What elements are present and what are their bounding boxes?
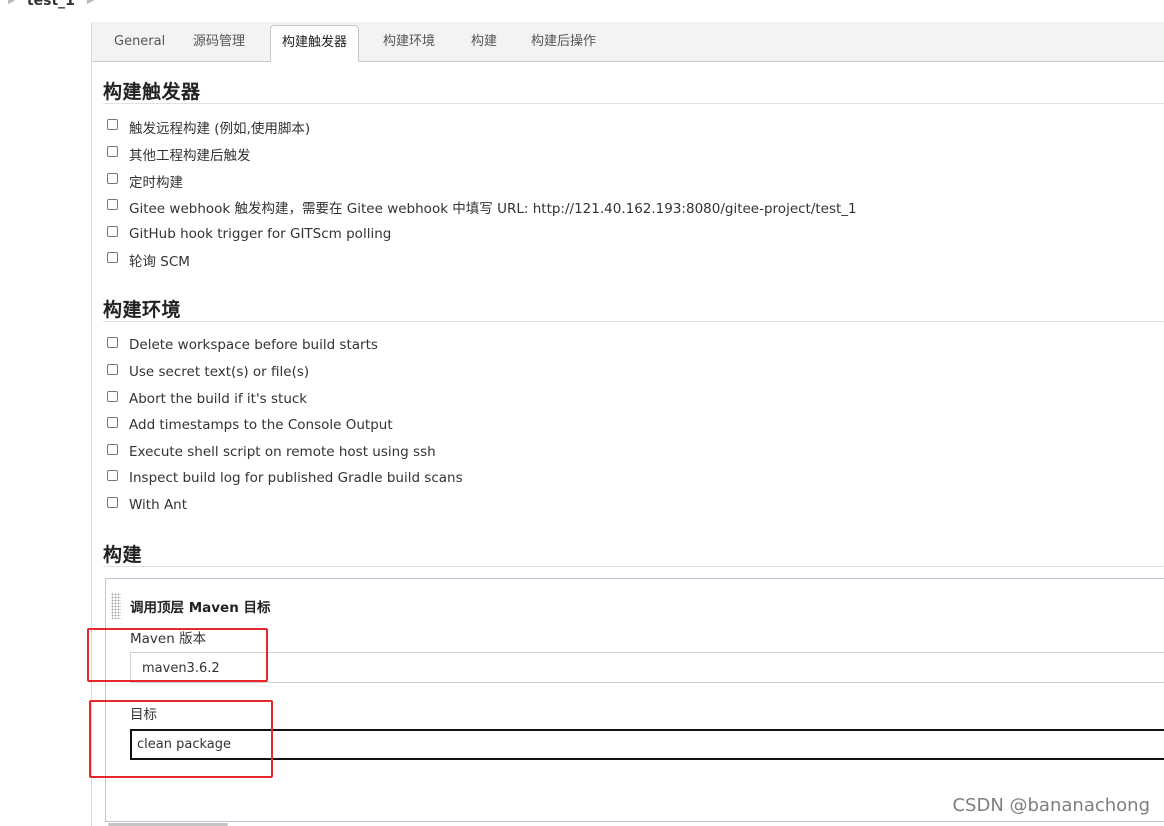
trigger-option-poll-scm[interactable]: 轮询 SCM [107,250,190,270]
trigger-option-github-hook[interactable]: GitHub hook trigger for GITScm polling [107,224,391,244]
checkbox[interactable] [107,417,118,428]
build-step-title: 调用顶层 Maven 目标 [130,600,271,616]
env-option-timestamps[interactable]: Add timestamps to the Console Output [107,415,393,435]
section-divider [103,566,1164,567]
chevron-right-icon: ▶ [8,0,15,6]
tab-build-environment[interactable]: 构建环境 [372,22,446,61]
option-label: 轮询 SCM [129,254,190,270]
env-option-delete-workspace[interactable]: Delete workspace before build starts [107,335,378,355]
trigger-option-after-other[interactable]: 其他工程构建后触发 [107,144,251,164]
breadcrumb: ▶ test_1 ▶ [8,0,94,10]
trigger-option-gitee-webhook[interactable]: Gitee webhook 触发构建，需要在 Gitee webhook 中填写… [107,197,857,217]
checkbox[interactable] [107,252,118,263]
option-label: 其他工程构建后触发 [129,148,251,164]
checkbox[interactable] [107,497,118,508]
env-option-abort-stuck[interactable]: Abort the build if it's stuck [107,389,307,409]
option-label: 触发远程构建 (例如,使用脚本) [129,121,311,137]
watermark: CSDN @bananachong [952,795,1150,816]
annotation-box-maven [87,628,268,682]
option-label: With Ant [129,497,188,513]
checkbox[interactable] [107,146,118,157]
tab-scm[interactable]: 源码管理 [182,22,256,61]
checkbox[interactable] [107,226,118,237]
env-option-gradle-scans[interactable]: Inspect build log for published Gradle b… [107,468,463,488]
option-label: Add timestamps to the Console Output [129,417,393,433]
option-label: Inspect build log for published Gradle b… [129,470,463,486]
env-option-with-ant[interactable]: With Ant [107,495,187,515]
goals-input[interactable]: clean package [130,729,1164,760]
option-label: Delete workspace before build starts [129,337,378,353]
tab-build-triggers[interactable]: 构建触发器 [270,25,360,62]
option-label: 定时构建 [129,175,183,191]
section-divider [103,103,1164,104]
checkbox[interactable] [107,337,118,348]
chevron-right-icon: ▶ [86,0,94,6]
option-label: Execute shell script on remote host usin… [129,444,436,460]
checkbox[interactable] [107,199,118,210]
option-label: Use secret text(s) or file(s) [129,364,310,380]
tab-build[interactable]: 构建 [460,22,508,61]
checkbox[interactable] [107,470,118,481]
drag-handle-icon[interactable] [111,593,121,619]
annotation-box-goals [89,700,273,778]
trigger-option-periodic[interactable]: 定时构建 [107,171,183,191]
checkbox[interactable] [107,173,118,184]
section-title-build-environment: 构建环境 [103,299,182,321]
maven-version-select[interactable]: maven3.6.2 [130,652,1164,683]
section-divider [103,321,1164,322]
option-label: Abort the build if it's stuck [129,391,308,407]
breadcrumb-project[interactable]: test_1 [27,0,75,9]
checkbox[interactable] [107,391,118,402]
section-title-build-triggers: 构建触发器 [103,81,201,103]
env-option-ssh-script[interactable]: Execute shell script on remote host usin… [107,442,436,462]
checkbox[interactable] [107,364,118,375]
section-title-build: 构建 [103,544,143,566]
trigger-option-remote[interactable]: 触发远程构建 (例如,使用脚本) [107,117,310,137]
config-tab-bar: General 源码管理 构建触发器 构建环境 构建 构建后操作 [92,22,1164,62]
env-option-secret-text[interactable]: Use secret text(s) or file(s) [107,362,309,382]
option-label: GitHub hook trigger for GITScm polling [129,226,392,242]
tab-post-build[interactable]: 构建后操作 [520,22,607,61]
option-label: Gitee webhook 触发构建，需要在 Gitee webhook 中填写… [129,201,857,217]
tab-general[interactable]: General [103,22,176,61]
checkbox[interactable] [107,444,118,455]
checkbox[interactable] [107,119,118,130]
